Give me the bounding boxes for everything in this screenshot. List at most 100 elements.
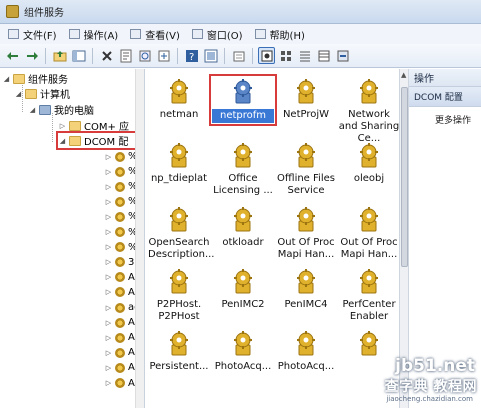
- component-item[interactable]: Out Of Proc Mapi Han...: [338, 205, 399, 261]
- up-folder-button[interactable]: [51, 47, 68, 64]
- gear-box-icon: [170, 79, 188, 104]
- gear-box-icon: [360, 269, 378, 294]
- component-item[interactable]: Out Of Proc Mapi Han...: [275, 205, 337, 261]
- tree-node-com-plus[interactable]: ▷ COM+ 应: [58, 118, 129, 133]
- watermark: jb51.net 查字典 教程网 jiaocheng.chazidian.com: [357, 356, 481, 408]
- expand-arrow-icon[interactable]: ▷: [104, 243, 113, 251]
- expand-arrow-icon[interactable]: ▷: [104, 273, 113, 281]
- component-item[interactable]: Offline Files Service: [275, 141, 337, 197]
- menu-file[interactable]: 文件(F): [4, 27, 65, 42]
- tree-node-computers[interactable]: ◢ 计算机: [14, 86, 70, 101]
- component-item[interactable]: netprofm: [209, 74, 277, 126]
- menu-view[interactable]: 查看(V): [126, 27, 188, 42]
- properties-icon: [120, 49, 131, 62]
- export-button[interactable]: [155, 47, 172, 64]
- component-item[interactable]: oleobj: [338, 141, 399, 185]
- properties-button[interactable]: [117, 47, 134, 64]
- component-item[interactable]: PhotoAcq...: [212, 329, 274, 373]
- tree-node-my-computer[interactable]: ◢ 我的电脑: [28, 102, 94, 117]
- menu-help[interactable]: 帮助(H): [251, 27, 313, 42]
- gear-box-icon: [297, 79, 315, 104]
- toolbar: ?: [0, 44, 481, 68]
- expand-arrow-icon[interactable]: ▷: [104, 198, 113, 206]
- collapse-arrow-icon[interactable]: ◢: [58, 137, 67, 145]
- back-button[interactable]: [4, 47, 21, 64]
- refresh-button[interactable]: [136, 47, 153, 64]
- expand-arrow-icon[interactable]: ▷: [104, 364, 113, 372]
- component-item-label: oleobj: [353, 173, 385, 184]
- collapse-arrow-icon[interactable]: ◢: [14, 90, 23, 98]
- component-item[interactable]: otkloadr: [212, 205, 274, 249]
- collapse-arrow-icon[interactable]: ◢: [28, 106, 37, 114]
- collapse-arrow-icon[interactable]: ◢: [2, 75, 11, 83]
- gear-box-icon: [360, 143, 378, 168]
- file-menu-icon: [8, 29, 19, 39]
- tree-node-label: DCOM 配: [84, 137, 129, 148]
- more-actions-link[interactable]: 更多操作: [409, 107, 481, 126]
- gear-icon: [115, 196, 125, 207]
- up-folder-icon: [53, 50, 66, 61]
- tree-node-dcom-config[interactable]: ◢ DCOM 配: [56, 131, 138, 150]
- expand-arrow-icon[interactable]: ▷: [104, 153, 113, 161]
- expand-arrow-icon[interactable]: ▷: [104, 304, 113, 312]
- component-item[interactable]: PhotoAcq...: [275, 329, 337, 373]
- toolbar-separator: [252, 47, 253, 64]
- expand-arrow-icon[interactable]: ▷: [104, 258, 113, 266]
- component-item[interactable]: P2PHost. P2PHost: [148, 267, 210, 323]
- component-item[interactable]: Persistent...: [148, 329, 210, 373]
- new-window-button[interactable]: [230, 47, 247, 64]
- component-item[interactable]: netman: [148, 77, 210, 121]
- component-item-label: Offline Files Service: [277, 173, 335, 196]
- component-item[interactable]: Network and Sharing Ce...: [338, 77, 399, 145]
- gear-icon: [115, 362, 125, 373]
- gear-icon: [115, 302, 125, 313]
- gear-box-icon: [360, 331, 378, 356]
- gear-box-icon: [234, 79, 252, 104]
- scroll-thumb[interactable]: [401, 87, 408, 267]
- help-button[interactable]: ?: [183, 47, 200, 64]
- show-tree-button[interactable]: [70, 47, 87, 64]
- menu-window[interactable]: 窗口(O): [188, 27, 251, 42]
- mmc-view-button[interactable]: [202, 47, 219, 64]
- expand-arrow-icon[interactable]: ▷: [104, 334, 113, 342]
- expand-arrow-icon[interactable]: ▷: [104, 228, 113, 236]
- component-item[interactable]: OpenSearch Description...: [148, 205, 215, 261]
- list-view-button[interactable]: [296, 47, 313, 64]
- mmc-view-icon: [204, 49, 217, 62]
- actions-section-dcom[interactable]: DCOM 配置: [409, 87, 481, 107]
- gear-icon: [115, 317, 125, 328]
- small-icons-view-button[interactable]: [277, 47, 294, 64]
- component-item[interactable]: np_tdieplat: [148, 141, 210, 185]
- component-item[interactable]: NetProjW: [275, 77, 337, 121]
- help-icon: ?: [185, 49, 198, 63]
- large-icons-view-button[interactable]: [258, 47, 275, 64]
- expand-arrow-icon[interactable]: ▷: [104, 168, 113, 176]
- component-item-label: PhotoAcq...: [214, 361, 272, 372]
- component-item[interactable]: PenIMC2: [212, 267, 274, 311]
- window-title: 组件服务: [24, 8, 64, 19]
- gear-icon: [115, 151, 125, 162]
- component-item-label: Network and Sharing Ce...: [338, 109, 399, 144]
- detail-view-button[interactable]: [315, 47, 332, 64]
- expand-arrow-icon[interactable]: ▷: [104, 379, 113, 387]
- expand-arrow-icon[interactable]: ▷: [104, 349, 113, 357]
- gear-icon: [115, 257, 125, 268]
- expand-arrow-icon[interactable]: ▷: [104, 319, 113, 327]
- expand-arrow-icon[interactable]: ▷: [104, 213, 113, 221]
- configure-button[interactable]: [334, 47, 351, 64]
- expand-arrow-icon[interactable]: ▷: [58, 122, 67, 130]
- component-item[interactable]: Office Licensing ...: [212, 141, 274, 197]
- tree-scrollbar[interactable]: [135, 69, 144, 408]
- configure-icon: [337, 50, 348, 61]
- tree-node-label: 我的电脑: [54, 106, 94, 117]
- delete-button[interactable]: [98, 47, 115, 64]
- scroll-up-icon[interactable]: ▲: [401, 71, 406, 79]
- expand-arrow-icon[interactable]: ▷: [104, 288, 113, 296]
- component-item[interactable]: PerfCenter Enabler: [338, 267, 399, 323]
- component-item[interactable]: PenIMC4: [275, 267, 337, 311]
- menu-action[interactable]: 操作(A): [65, 27, 127, 42]
- gear-icon: [115, 287, 125, 298]
- expand-arrow-icon[interactable]: ▷: [104, 183, 113, 191]
- tree-node-component-services[interactable]: ◢ 组件服务: [2, 71, 68, 86]
- forward-button[interactable]: [23, 47, 40, 64]
